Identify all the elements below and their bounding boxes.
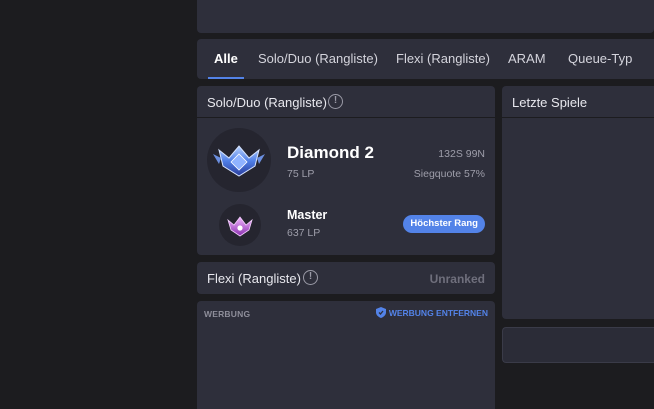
panel-title: Flexi (Rangliste): [207, 271, 301, 286]
match-list-card[interactable]: [502, 327, 654, 363]
tab-alle[interactable]: Alle: [208, 39, 244, 79]
win-rate: Siegquote 57%: [413, 168, 485, 180]
highest-rank-badge: Höchster Rang: [403, 215, 485, 233]
queue-filter-tabs: Alle Solo/Duo (Rangliste) Flexi (Ranglis…: [197, 39, 654, 79]
recent-games-panel: Letzte Spiele: [502, 86, 654, 319]
info-icon[interactable]: !: [328, 94, 343, 109]
panel-title: Letzte Spiele: [512, 95, 588, 110]
tab-queue-typ[interactable]: Queue-Typ: [568, 39, 632, 79]
ad-label: WERBUNG: [204, 309, 251, 319]
shield-icon: [375, 307, 386, 318]
ad-panel: WERBUNG WERBUNG ENTFERNEN: [197, 301, 495, 409]
panel-header: Solo/Duo (Rangliste) !: [197, 86, 495, 118]
profile-header-card: [197, 0, 654, 33]
tab-aram[interactable]: ARAM: [508, 39, 546, 79]
master-emblem-icon: [219, 204, 261, 246]
remove-ads-label: WERBUNG ENTFERNEN: [388, 308, 488, 318]
win-loss-record: 132S 99N: [438, 148, 485, 160]
info-icon[interactable]: !: [303, 270, 318, 285]
remove-ads-link[interactable]: WERBUNG ENTFERNEN: [375, 307, 488, 318]
peak-lp: 637 LP: [287, 227, 321, 239]
unranked-status: Unranked: [429, 272, 485, 286]
tab-flexi[interactable]: Flexi (Rangliste): [396, 39, 490, 79]
tab-solo-duo[interactable]: Solo/Duo (Rangliste): [258, 39, 378, 79]
panel-header: Letzte Spiele: [502, 86, 654, 118]
solo-duo-rank-panel: Solo/Duo (Rangliste) ! Diamond 2 75 LP 1…: [197, 86, 495, 255]
current-rank-name: Diamond 2: [287, 143, 374, 162]
panel-title: Solo/Duo (Rangliste): [207, 95, 327, 110]
diamond-emblem-icon: [207, 128, 271, 192]
left-gutter: [0, 0, 196, 409]
current-lp: 75 LP: [287, 168, 315, 180]
flex-rank-panel: Flexi (Rangliste) ! Unranked: [197, 262, 495, 294]
peak-rank-name: Master: [287, 208, 328, 222]
